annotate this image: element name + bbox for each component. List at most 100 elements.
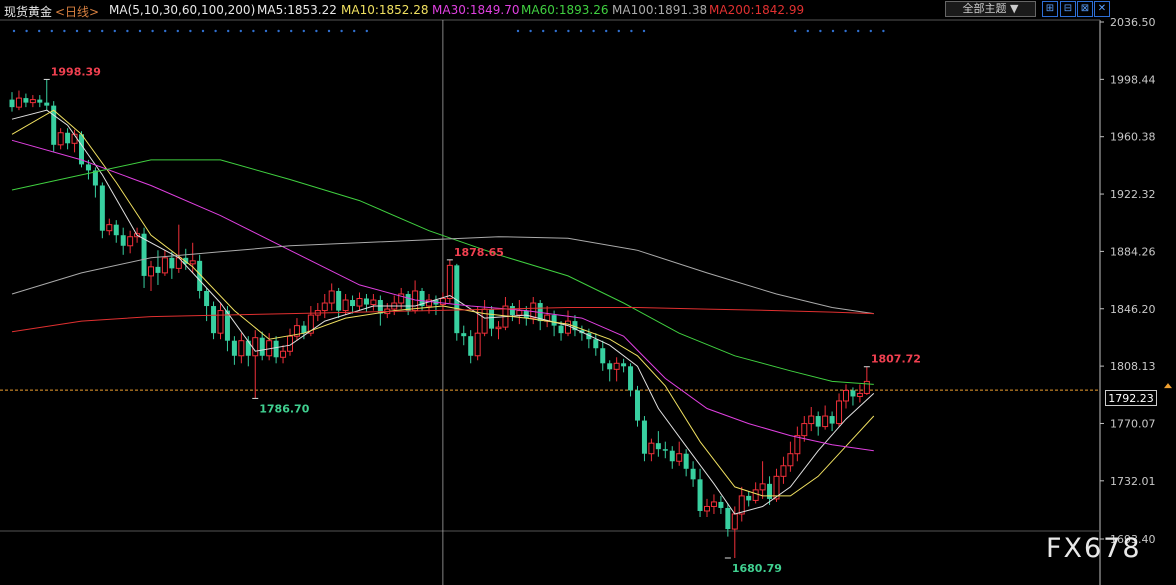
dot-marker [151,29,154,33]
dot-marker [302,29,305,33]
candle-body [725,507,731,530]
candle-body [44,102,50,106]
candle-body [815,416,821,427]
candle-body [489,309,495,329]
candle-body [683,453,689,469]
candle-body [669,450,675,462]
candle-body [829,416,835,424]
y-tick-label: 1770.07 [1110,417,1156,430]
candle-body [697,479,703,511]
candle-body [836,400,843,425]
candle-body [127,236,134,247]
dot-marker [554,29,557,33]
candle-body [808,415,815,425]
candle-body [231,340,237,356]
candle-body [648,442,655,455]
candle-body [106,224,113,232]
candle-body [405,293,411,311]
dot-marker [126,29,129,33]
y-tick-label: 1998.44 [1110,73,1156,86]
candle-body [245,340,251,356]
candle-body [801,423,808,437]
candle-body [676,453,683,462]
candle-body [155,266,161,273]
candle-body [161,257,168,274]
candle-body [370,299,377,306]
dot-marker [88,29,91,33]
candle-body [752,489,759,501]
dot-marker [290,29,293,33]
dot-marker [516,29,520,33]
dot-marker [831,29,835,33]
dot-marker [63,29,66,33]
y-tick-label: 1960.38 [1110,131,1156,144]
y-tick-label: 1884.26 [1110,245,1156,258]
dot-marker [365,29,368,33]
candle-body [516,310,523,316]
dot-marker [12,29,16,33]
dot-marker [579,29,583,33]
annotation-label: 1680.79 [732,562,782,575]
candle-body [558,325,564,334]
candle-body [204,290,210,307]
dot-marker [542,29,545,33]
candle-body [635,390,640,421]
current-price-label: 1792.23 [1105,390,1157,406]
candle-body [690,468,696,480]
candle-body [863,380,870,394]
candle-body [328,290,335,304]
candle-body [217,310,224,334]
candle-body [704,505,710,512]
dot-marker [567,29,570,33]
y-tick-label: 2036.50 [1110,16,1156,29]
dot-marker [844,29,847,33]
candle-body [509,306,515,316]
y-tick-label: 1846.20 [1110,303,1156,316]
candle-body [468,336,474,356]
candle-body [113,224,119,236]
candle-body [273,340,279,358]
candlestick-chart[interactable]: 2036.50 1998.44 1960.38 1922.32 1884.26 1846.… [0,0,1176,585]
dot-marker [38,29,41,33]
annotation-label: 1878.65 [454,246,504,259]
candle-body [767,483,773,499]
dot-marker [25,29,28,33]
annotation-label: 1807.72 [871,353,921,366]
y-tick-label: 1732.01 [1110,475,1156,488]
annotation-label: 1998.39 [51,65,101,78]
candle-body [238,340,245,357]
dot-marker [605,29,608,33]
candle-body [613,362,620,370]
candle-body [565,320,571,334]
dot-marker [101,29,104,33]
candle-body [148,266,154,277]
candle-body [759,483,766,491]
candle-body [15,97,22,108]
candle-body [85,164,91,171]
candle-body [65,132,71,144]
candle-body [607,363,613,370]
candle-body [99,185,105,231]
dot-marker [50,29,53,33]
candle-body [731,513,738,530]
candle-body [474,332,481,357]
candle-body [301,325,307,334]
dot-marker [617,29,620,33]
dot-marker [189,29,192,33]
candle-body [321,302,328,312]
candle-body [350,300,356,307]
candle-body [843,389,849,402]
candle-body [856,392,863,397]
candle-body [641,420,647,454]
candle-body [363,298,369,305]
candle-body [710,501,717,507]
candle-body [530,302,537,319]
candle-body [169,257,175,269]
y-tick-label: 1922.32 [1110,188,1156,201]
candle-body [446,264,453,300]
candle-body [621,363,627,367]
candle-body [746,495,752,501]
candle-body [23,98,29,103]
candle-body [342,299,349,312]
dot-marker [882,29,885,33]
